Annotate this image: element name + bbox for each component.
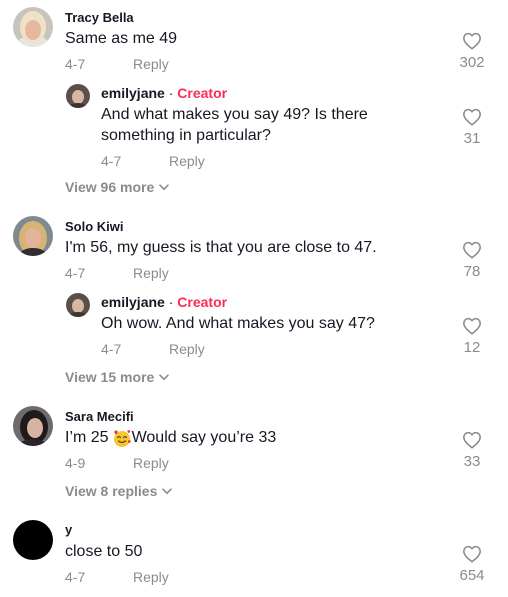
reply-button[interactable]: Reply: [133, 265, 169, 281]
view-more-label: View 15 more: [65, 369, 155, 385]
avatar[interactable]: [13, 7, 53, 47]
comment-date: 4-7: [65, 265, 86, 281]
comment-text: I'm 56, my guess is that you are close t…: [65, 239, 377, 256]
smiling-hearts-emoji-icon: [113, 429, 131, 447]
view-more-replies[interactable]: View 15 more: [65, 369, 170, 385]
reply-username-line: emilyjane · Creator: [101, 85, 227, 101]
creator-badge: Creator: [177, 85, 228, 101]
chevron-down-icon: [159, 373, 170, 380]
like-count: 31: [463, 130, 481, 147]
like-count: 12: [463, 339, 481, 356]
view-more-replies[interactable]: View 96 more: [65, 179, 170, 195]
heart-icon[interactable]: [462, 241, 482, 259]
avatar[interactable]: [66, 293, 90, 317]
comment-username[interactable]: Tracy Bella: [65, 10, 134, 25]
separator-dot: ·: [164, 85, 178, 101]
like-count: 302: [459, 54, 485, 71]
comment-date: 4-7: [65, 56, 86, 72]
like-count: 654: [459, 567, 485, 584]
reply-button[interactable]: Reply: [169, 341, 205, 357]
avatar[interactable]: [13, 406, 53, 446]
avatar[interactable]: [13, 216, 53, 256]
comment-text: close to 50: [65, 543, 143, 560]
reply-date: 4-7: [101, 153, 122, 169]
reply-button[interactable]: Reply: [133, 569, 169, 585]
reply-date: 4-7: [101, 341, 122, 357]
heart-icon[interactable]: [462, 431, 482, 449]
avatar-photo: [13, 216, 53, 256]
avatar[interactable]: [66, 84, 90, 108]
reply-username-line: emilyjane · Creator: [101, 294, 227, 310]
avatar-photo: [66, 293, 90, 317]
comment-username[interactable]: y: [65, 522, 72, 537]
reply-button[interactable]: Reply: [169, 153, 205, 169]
comment-text: I’m 25 Would say you’re 33: [65, 427, 276, 448]
comment-date: 4-9: [65, 455, 86, 471]
heart-icon[interactable]: [462, 108, 482, 126]
creator-badge: Creator: [177, 294, 228, 310]
avatar-photo: [66, 84, 90, 108]
comment-text-part: Would say you’re 33: [131, 429, 277, 446]
like-count: 33: [463, 453, 481, 470]
comment-text: Same as me 49: [65, 30, 178, 47]
separator-dot: ·: [164, 294, 178, 310]
reply-button[interactable]: Reply: [133, 455, 169, 471]
avatar[interactable]: [13, 520, 53, 560]
comment-username[interactable]: Sara Mecifi: [65, 409, 134, 424]
view-more-label: View 96 more: [65, 179, 155, 195]
reply-button[interactable]: Reply: [133, 56, 169, 72]
comment-text-part: I’m 25: [65, 429, 109, 446]
heart-icon[interactable]: [462, 32, 482, 50]
reply-text: And what makes you say 49? Is there some…: [101, 106, 368, 144]
avatar-photo: [13, 7, 53, 47]
heart-icon[interactable]: [462, 545, 482, 563]
avatar-photo: [13, 406, 53, 446]
comment-date: 4-7: [65, 569, 86, 585]
view-more-label: View 8 replies: [65, 483, 158, 499]
chevron-down-icon: [162, 487, 173, 494]
reply-username[interactable]: emilyjane: [101, 294, 165, 310]
view-more-replies[interactable]: View 8 replies: [65, 483, 173, 499]
comment-username[interactable]: Solo Kiwi: [65, 219, 124, 234]
like-count: 78: [463, 263, 481, 280]
reply-text: Oh wow. And what makes you say 47?: [101, 315, 375, 332]
reply-username[interactable]: emilyjane: [101, 85, 165, 101]
heart-icon[interactable]: [462, 317, 482, 335]
chevron-down-icon: [159, 183, 170, 190]
